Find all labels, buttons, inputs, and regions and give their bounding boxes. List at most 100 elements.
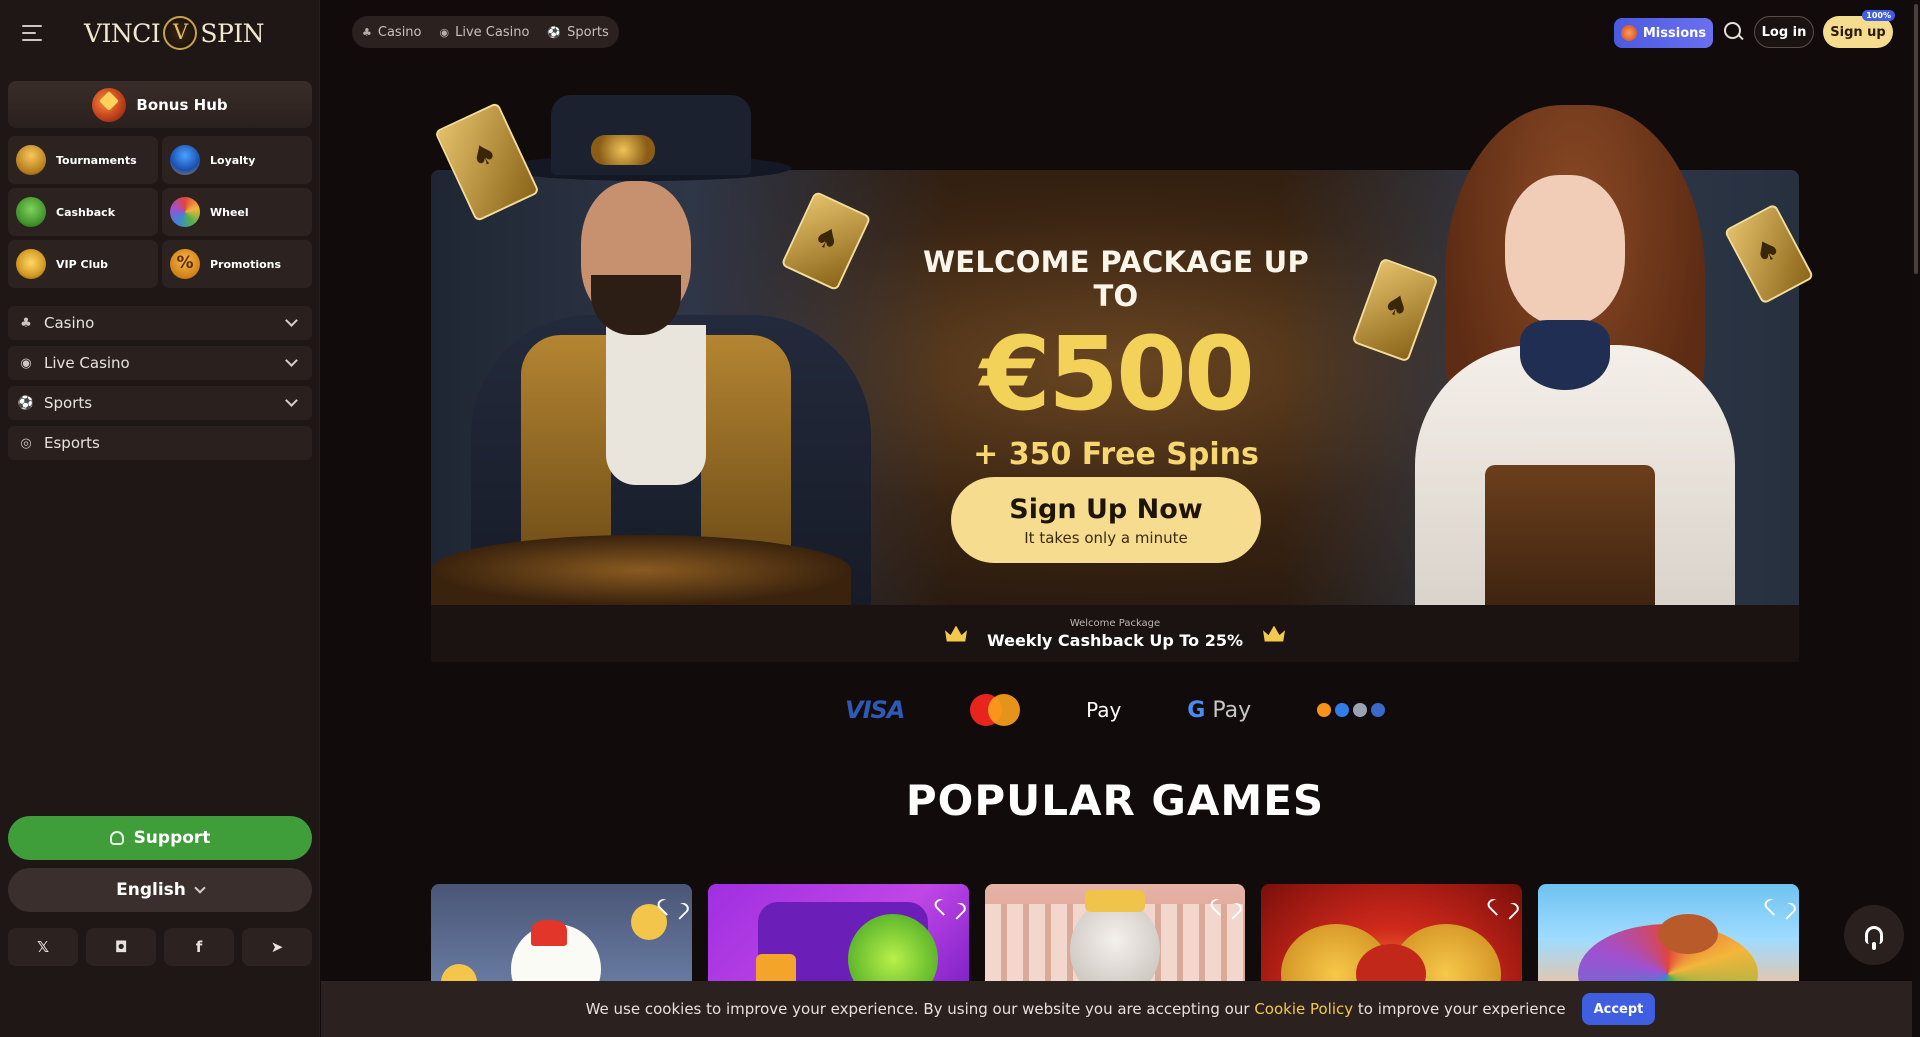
sidebar-item-sports[interactable]: ⚽ Sports — [8, 386, 312, 420]
language-selector[interactable]: English — [8, 868, 312, 912]
gift-icon — [92, 87, 127, 122]
tile-promotions[interactable]: Promotions — [162, 240, 312, 288]
tile-wheel[interactable]: Wheel — [162, 188, 312, 236]
broadcast-icon: ◉ — [439, 25, 450, 39]
cookie-policy-link[interactable]: Cookie Policy — [1254, 1000, 1353, 1018]
logo-text-left: VINCI — [84, 18, 161, 48]
login-button[interactable]: Log in — [1754, 16, 1814, 48]
tile-label: Tournaments — [56, 153, 137, 167]
support-button[interactable]: Support — [8, 816, 312, 860]
accept-cookies-button[interactable]: Accept — [1581, 993, 1656, 1025]
tile-vip-club[interactable]: VIP Club — [8, 240, 158, 288]
mastercard-logo — [970, 694, 1021, 726]
applepay-label: Pay — [1086, 698, 1122, 722]
ethereum-icon — [1352, 703, 1367, 717]
games-row — [431, 884, 1799, 994]
tile-loyalty[interactable]: Loyalty — [162, 136, 312, 184]
tab-sports[interactable]: ⚽ Sports — [547, 25, 608, 40]
favorite-heart-icon[interactable] — [664, 896, 682, 912]
crown-icon — [16, 249, 46, 279]
wheel-icon — [170, 197, 200, 227]
sidebar-item-esports[interactable]: ◎ Esports — [8, 426, 312, 460]
hero-free-spins: + 350 Free Spins — [973, 437, 1259, 473]
headset-icon — [109, 831, 124, 845]
signup-button[interactable]: Sign up 100% — [1823, 10, 1895, 48]
chevron-down-icon[interactable] — [285, 314, 298, 327]
crown-icon — [945, 625, 968, 642]
sidebar-item-live-casino[interactable]: ◉ Live Casino — [8, 346, 312, 380]
percent-icon — [170, 249, 200, 279]
tab-label: Casino — [377, 24, 422, 40]
broadcast-icon: ◉ — [20, 355, 32, 371]
cookie-text-after: to improve your experience — [1357, 1000, 1566, 1018]
tab-casino[interactable]: ♣ Casino — [362, 25, 422, 40]
logo[interactable]: VINCI SPIN — [84, 16, 265, 50]
tile-cashback[interactable]: Cashback — [8, 188, 158, 236]
cta-label: Sign Up Now — [1009, 493, 1203, 525]
goggles — [591, 135, 655, 165]
game-card[interactable] — [431, 884, 692, 994]
facebook-icon[interactable]: f — [164, 928, 234, 966]
x-icon[interactable]: 𝕏 — [8, 928, 78, 966]
popular-games-title: POPULAR GAMES — [905, 776, 1325, 825]
lapel — [701, 335, 791, 565]
favorite-heart-icon[interactable] — [1494, 896, 1512, 912]
scrollbar-thumb[interactable] — [1914, 4, 1918, 274]
tile-label: Wheel — [210, 205, 249, 219]
missions-icon — [1620, 25, 1637, 41]
cake-art — [1658, 914, 1719, 954]
roulette-wheel — [431, 535, 851, 605]
hero-amount: €500 — [980, 315, 1255, 434]
telegram-icon[interactable]: ➤ — [242, 928, 312, 966]
promo-label: Welcome Package — [1069, 617, 1161, 629]
instagram-icon[interactable]: ◘ — [86, 928, 156, 966]
language-label: English — [116, 880, 186, 900]
sidebar-header: VINCI SPIN — [0, 0, 319, 66]
chevron-down-icon — [194, 881, 206, 894]
corset — [1485, 465, 1655, 605]
soccer-ball-icon: ⚽ — [547, 25, 562, 39]
game-card[interactable] — [1538, 884, 1799, 994]
promo-title: Weekly Cashback Up To 25% — [987, 630, 1243, 650]
cookie-text: We use cookies to improve your experienc… — [586, 1000, 1566, 1018]
tile-tournaments[interactable]: Tournaments — [8, 136, 158, 184]
cherries-icon: ♣ — [20, 315, 32, 331]
cta-sublabel: It takes only a minute — [1024, 528, 1188, 547]
crown-art — [1084, 890, 1145, 912]
search-icon[interactable] — [1724, 22, 1744, 42]
favorite-heart-icon[interactable] — [941, 896, 959, 912]
page-scrollbar[interactable] — [1912, 0, 1920, 1037]
favorite-heart-icon[interactable] — [1771, 896, 1789, 912]
hat — [551, 95, 751, 175]
game-card[interactable] — [984, 884, 1246, 994]
chevron-down-icon[interactable] — [285, 354, 298, 367]
sidebar: VINCI SPIN Bonus Hub Tournaments Loyalty… — [0, 0, 320, 1037]
chicken-comb — [531, 920, 567, 946]
hero-heading: WELCOME PACKAGE UP TO — [922, 245, 1310, 313]
sign-up-now-button[interactable]: Sign Up Now It takes only a minute — [951, 477, 1261, 563]
tab-live-casino[interactable]: ◉ Live Casino — [440, 25, 530, 40]
bonus-tiles: Tournaments Loyalty Cashback Wheel VIP C… — [8, 136, 312, 288]
favorite-heart-icon[interactable] — [1217, 896, 1235, 912]
sidebar-item-label: Casino — [44, 314, 95, 332]
promo-content: Welcome Package Weekly Cashback Up To 25… — [945, 618, 1285, 650]
promo-text: Welcome Package Weekly Cashback Up To 25… — [987, 618, 1243, 650]
tab-label: Live Casino — [455, 24, 530, 40]
payment-methods: VISA Pay G Pay — [845, 690, 1385, 730]
sidebar-item-casino[interactable]: ♣ Casino — [8, 306, 312, 340]
game-card[interactable] — [707, 884, 969, 994]
support-label: Support — [133, 828, 211, 848]
help-chat-button[interactable] — [1844, 905, 1904, 965]
promo-strip[interactable]: Welcome Package Weekly Cashback Up To 25… — [431, 605, 1799, 662]
sidebar-item-label: Live Casino — [44, 354, 130, 372]
bitcoin-icon — [1316, 703, 1331, 717]
chevron-down-icon[interactable] — [285, 394, 298, 407]
missions-button[interactable]: Missions — [1614, 18, 1713, 48]
signup-label: Sign up — [1830, 24, 1886, 40]
game-card[interactable] — [1261, 884, 1523, 994]
menu-icon[interactable] — [22, 25, 42, 41]
logo-text-right: SPIN — [200, 18, 265, 48]
trophy-icon — [16, 145, 46, 175]
bonus-hub-button[interactable]: Bonus Hub — [8, 81, 312, 128]
shield-icon — [170, 145, 200, 175]
